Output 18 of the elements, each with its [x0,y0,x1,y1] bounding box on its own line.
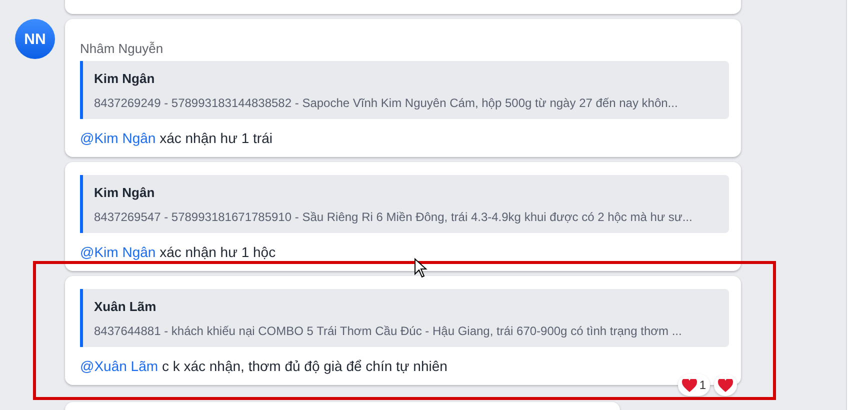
quote-author: Kim Ngân [94,185,156,200]
mention-link[interactable]: @Kim Ngân [80,130,156,146]
message-text: xác nhận hư 1 trái [160,130,272,146]
quote-text: 8437644881 - khách khiếu nại COMBO 5 Trái Thơm Cầu Đúc - Hậu Giang, trái 670-900g có tình trạng thơm ... [94,324,683,338]
quote-author: Xuân Lãm [94,299,158,314]
reaction-button[interactable] [714,374,737,396]
heart-icon [682,378,698,392]
message-text: c k xác nhận, thơm đủ độ già để chín tự nhiên [162,358,448,374]
mention-link[interactable]: @Kim Ngân [80,244,156,260]
reaction-button[interactable]: 1 [678,374,710,396]
message-text: xác nhận hư 1 hộc [160,244,276,260]
quote-text: 8437269547 - 578993181671785910 - Sầu Riêng Ri 6 Miền Đông, trái 4.3-4.9kg khui được có 2 hộc mà hư sư... [94,210,694,224]
mention-link[interactable]: @Xuân Lãm [80,358,158,374]
avatar: NN [15,19,55,59]
quote-text: 8437269249 - 578993183144838582 - Sapoche Vĩnh Kim Nguyên Cám, hộp 500g từ ngày 27 đến nay khôn... [94,96,679,110]
sender-name: Nhâm Nguyễn [80,41,164,56]
heart-icon [718,378,733,392]
quote-author: Kim Ngân [94,71,156,86]
